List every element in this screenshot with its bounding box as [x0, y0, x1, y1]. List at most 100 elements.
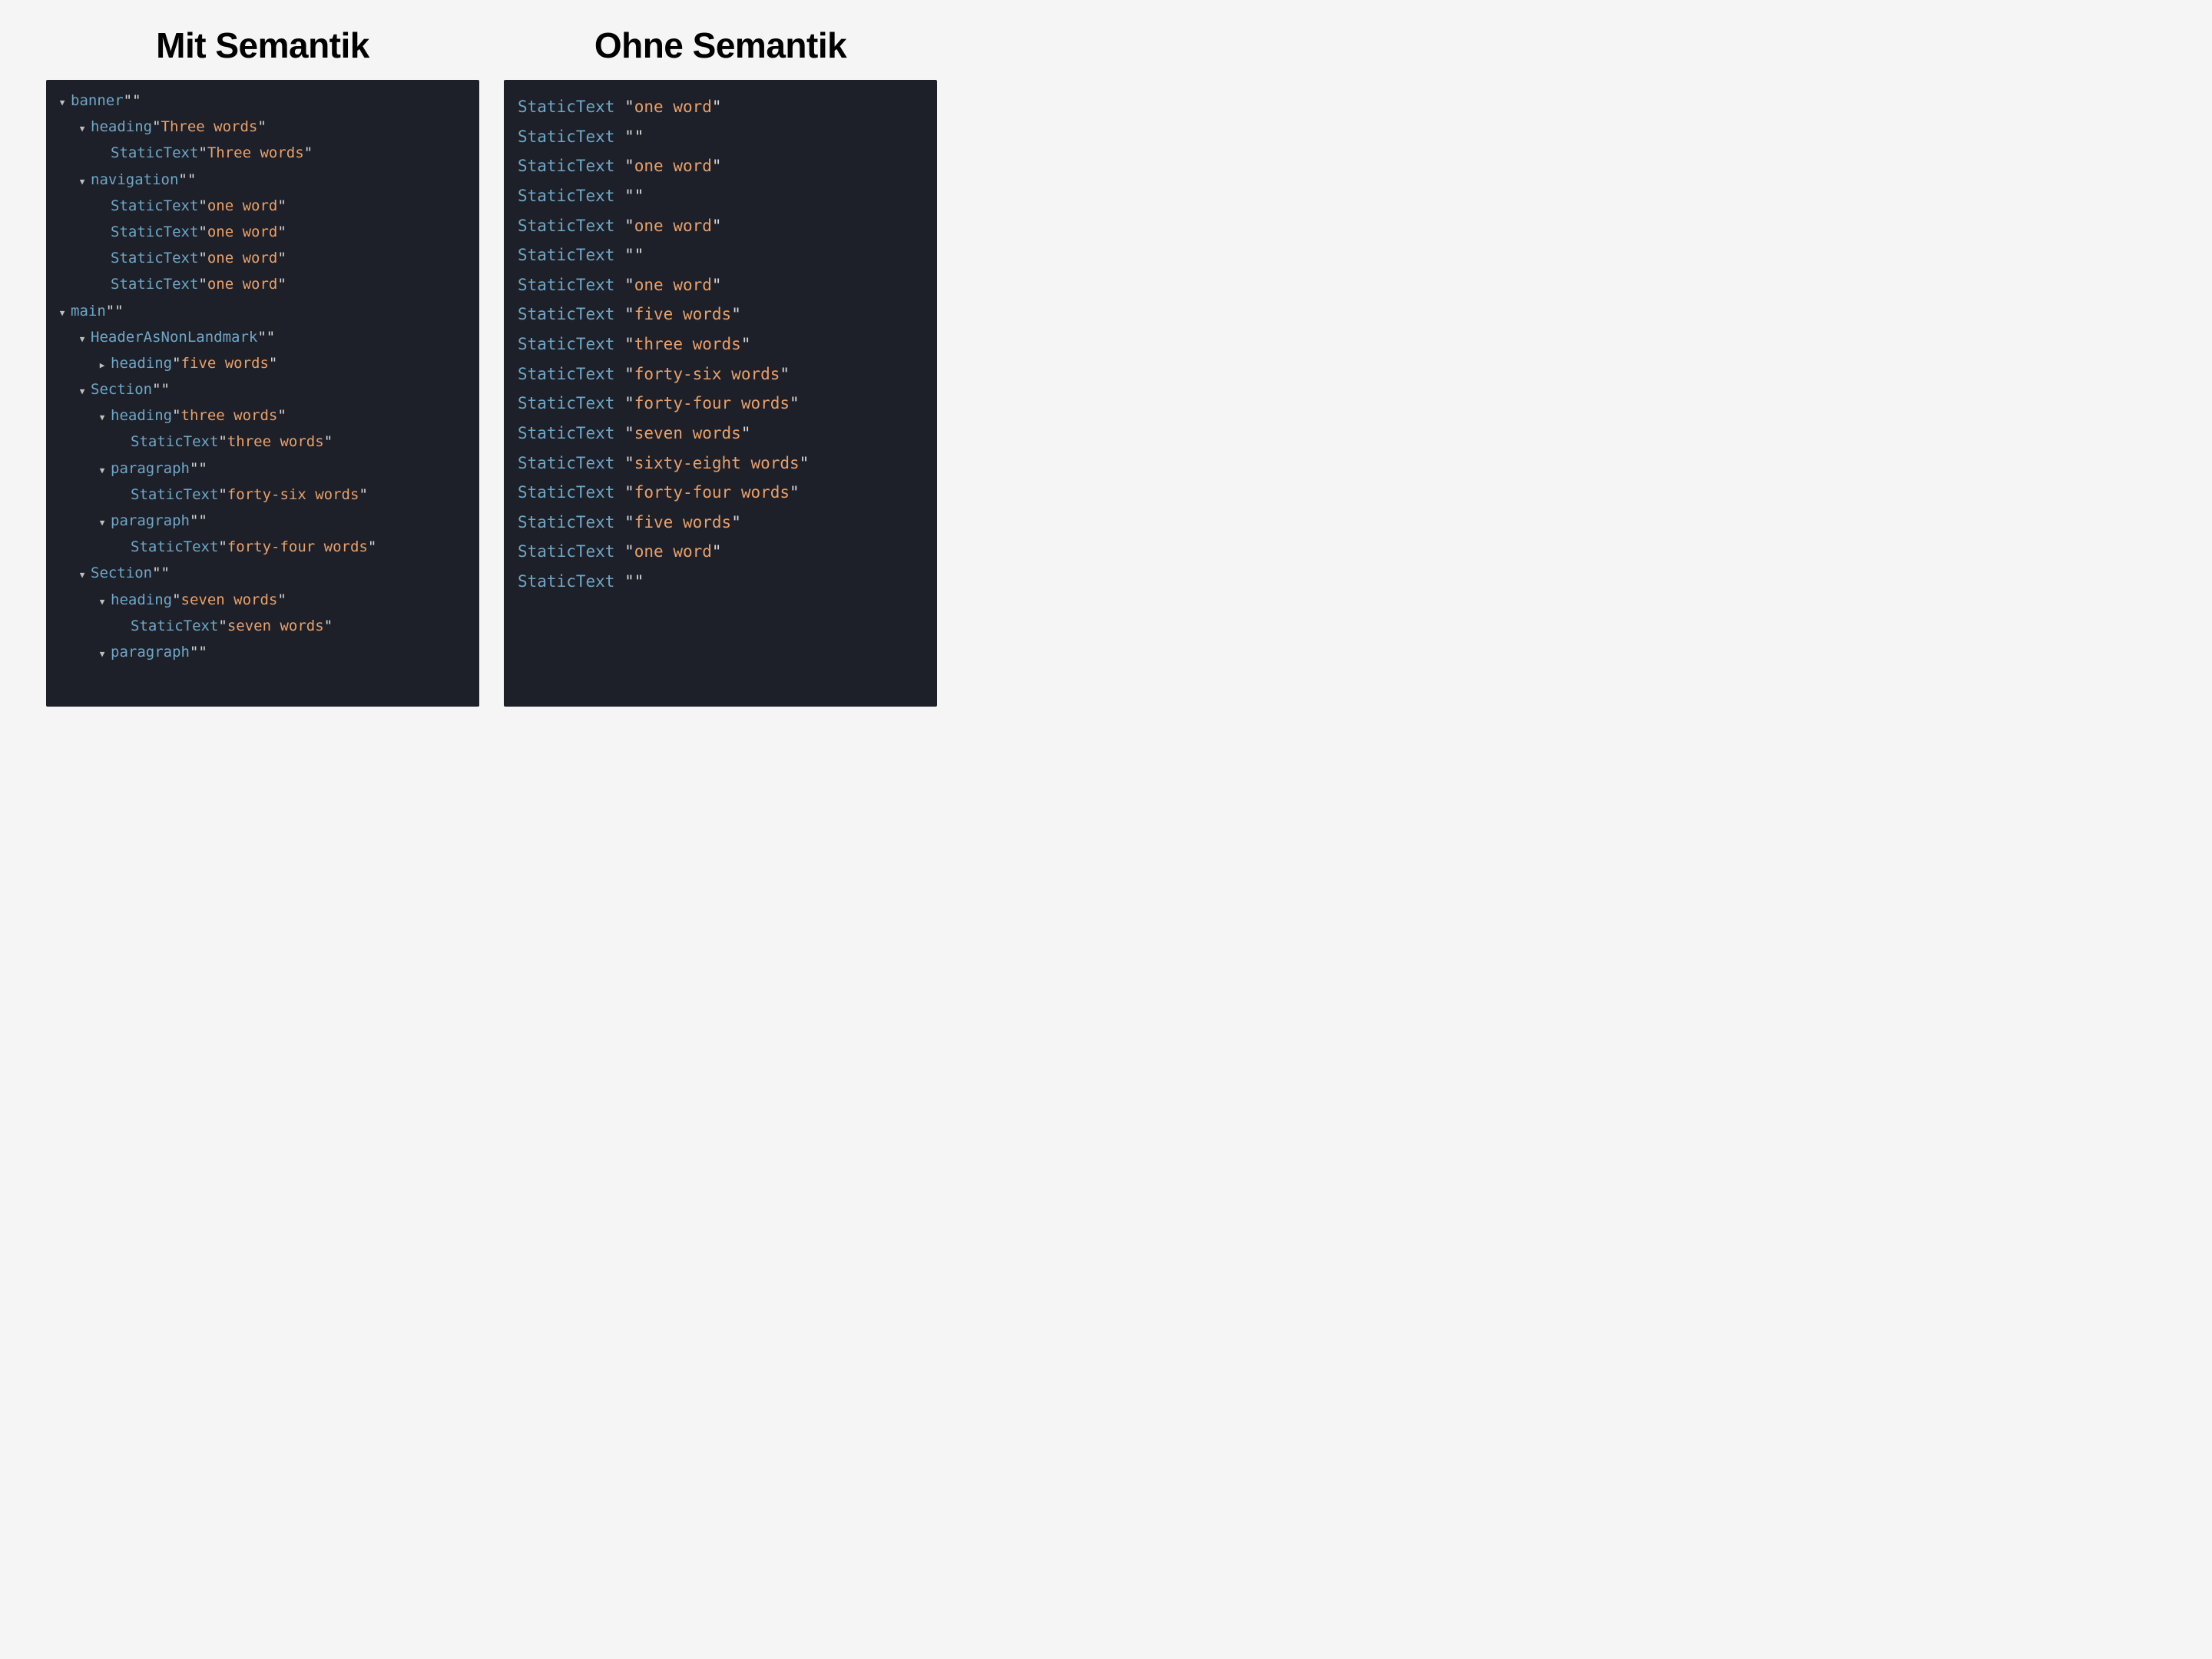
flat-row[interactable]: StaticText "forty-four words"	[518, 478, 923, 508]
flat-row[interactable]: StaticText "forty-six words"	[518, 359, 923, 389]
disclosure-triangle-down-icon[interactable]: ▼	[57, 306, 68, 321]
flat-role-label: StaticText	[518, 394, 614, 412]
quote-open: "	[218, 534, 227, 560]
flat-row[interactable]: StaticText ""	[518, 567, 923, 597]
tree-row[interactable]: ▼StaticText "forty-four words"	[57, 534, 469, 560]
flat-value: five words	[634, 305, 731, 323]
tree-role-label: StaticText	[111, 193, 198, 219]
quote-close: "	[161, 376, 170, 402]
tree-row[interactable]: ▼Section ""	[57, 376, 469, 402]
tree-row[interactable]: ▼navigation ""	[57, 167, 469, 193]
quote-close: "	[187, 167, 196, 193]
tree-row[interactable]: ▼heading "Three words"	[57, 114, 469, 140]
tree-role-label: paragraph	[111, 455, 190, 482]
quote-open: "	[190, 455, 198, 482]
quote-open: "	[218, 429, 227, 455]
flat-row[interactable]: StaticText "one word"	[518, 270, 923, 300]
flat-row[interactable]: StaticText "one word"	[518, 92, 923, 122]
quote-open: "	[624, 276, 634, 294]
tree-role-label: paragraph	[111, 639, 190, 665]
quote-close: "	[324, 613, 333, 639]
tree-row[interactable]: ▼paragraph ""	[57, 639, 469, 665]
quote-close: "	[277, 219, 286, 245]
flat-row[interactable]: StaticText "one word"	[518, 537, 923, 567]
quote-close: "	[790, 394, 800, 412]
tree-row[interactable]: ▼StaticText "one word"	[57, 245, 469, 271]
quote-close: "	[277, 271, 286, 297]
flat-role-label: StaticText	[518, 542, 614, 561]
quote-open: "	[152, 376, 161, 402]
flat-row[interactable]: StaticText "sixty-eight words"	[518, 449, 923, 478]
flat-row[interactable]: StaticText ""	[518, 181, 923, 211]
quote-open: "	[624, 513, 634, 531]
flat-row[interactable]: StaticText "forty-four words"	[518, 389, 923, 419]
tree-row[interactable]: ▼paragraph ""	[57, 508, 469, 534]
tree-row[interactable]: ▼Section ""	[57, 560, 469, 586]
disclosure-triangle-down-icon[interactable]: ▼	[97, 463, 108, 478]
disclosure-triangle-down-icon[interactable]: ▼	[57, 95, 68, 111]
quote-open: "	[152, 114, 161, 140]
disclosure-triangle-down-icon[interactable]: ▼	[97, 647, 108, 662]
tree-row[interactable]: ▼StaticText "three words"	[57, 429, 469, 455]
quote-close: "	[731, 305, 741, 323]
tree-role-label: StaticText	[131, 613, 218, 639]
tree-row[interactable]: ▼StaticText "one word"	[57, 193, 469, 219]
tree-row[interactable]: ▼main ""	[57, 298, 469, 324]
flat-row[interactable]: StaticText "three words"	[518, 329, 923, 359]
quote-open: "	[624, 572, 634, 591]
flat-row[interactable]: StaticText "seven words"	[518, 419, 923, 449]
tree-value: one word	[207, 271, 278, 297]
quote-open: "	[624, 305, 634, 323]
flat-value: one word	[634, 157, 712, 175]
disclosure-triangle-down-icon[interactable]: ▼	[97, 515, 108, 531]
flat-row[interactable]: StaticText "one word"	[518, 151, 923, 181]
tree-row[interactable]: ▼StaticText "one word"	[57, 271, 469, 297]
disclosure-triangle-down-icon[interactable]: ▼	[77, 121, 88, 137]
flat-row[interactable]: StaticText "five words"	[518, 508, 923, 538]
disclosure-triangle-down-icon[interactable]: ▼	[77, 384, 88, 399]
tree-role-label: StaticText	[111, 271, 198, 297]
tree-value: one word	[207, 219, 278, 245]
disclosure-triangle-down-icon[interactable]: ▼	[97, 410, 108, 426]
disclosure-triangle-down-icon[interactable]: ▼	[77, 174, 88, 190]
quote-close: "	[634, 187, 644, 205]
flat-role-label: StaticText	[518, 98, 614, 116]
quote-open: "	[624, 424, 634, 442]
quote-open: "	[624, 454, 634, 472]
right-title: Ohne Semantik	[504, 25, 937, 66]
tree-row[interactable]: ▶heading "five words"	[57, 350, 469, 376]
right-column: Ohne Semantik StaticText "one word"Stati…	[504, 25, 937, 707]
quote-open: "	[624, 187, 634, 205]
tree-role-label: heading	[111, 402, 172, 429]
tree-row[interactable]: ▼StaticText "one word"	[57, 219, 469, 245]
disclosure-triangle-right-icon[interactable]: ▶	[97, 358, 108, 373]
tree-row[interactable]: ▼paragraph ""	[57, 455, 469, 482]
flat-row[interactable]: StaticText ""	[518, 122, 923, 152]
tree-role-label: banner	[71, 88, 124, 114]
quote-open: "	[198, 219, 207, 245]
tree-role-label: main	[71, 298, 106, 324]
tree-row[interactable]: ▼HeaderAsNonLandmark ""	[57, 324, 469, 350]
tree-row[interactable]: ▼StaticText "Three words"	[57, 140, 469, 166]
quote-open: "	[198, 271, 207, 297]
tree-row[interactable]: ▼banner ""	[57, 88, 469, 114]
flat-row[interactable]: StaticText "five words"	[518, 300, 923, 329]
tree-role-label: StaticText	[111, 245, 198, 271]
tree-row[interactable]: ▼heading "three words"	[57, 402, 469, 429]
quote-open: "	[106, 298, 114, 324]
tree-value: Three words	[161, 114, 258, 140]
quote-close: "	[712, 98, 722, 116]
disclosure-triangle-down-icon[interactable]: ▼	[97, 594, 108, 610]
tree-row[interactable]: ▼StaticText "seven words"	[57, 613, 469, 639]
tree-value: three words	[181, 402, 278, 429]
flat-row[interactable]: StaticText ""	[518, 240, 923, 270]
disclosure-triangle-down-icon[interactable]: ▼	[77, 332, 88, 347]
flat-role-label: StaticText	[518, 424, 614, 442]
flat-role-label: StaticText	[518, 246, 614, 264]
tree-row[interactable]: ▼heading "seven words"	[57, 587, 469, 613]
disclosure-triangle-down-icon[interactable]: ▼	[77, 568, 88, 583]
quote-open: "	[178, 167, 187, 193]
tree-row[interactable]: ▼StaticText "forty-six words"	[57, 482, 469, 508]
flat-row[interactable]: StaticText "one word"	[518, 211, 923, 241]
quote-close: "	[198, 455, 207, 482]
